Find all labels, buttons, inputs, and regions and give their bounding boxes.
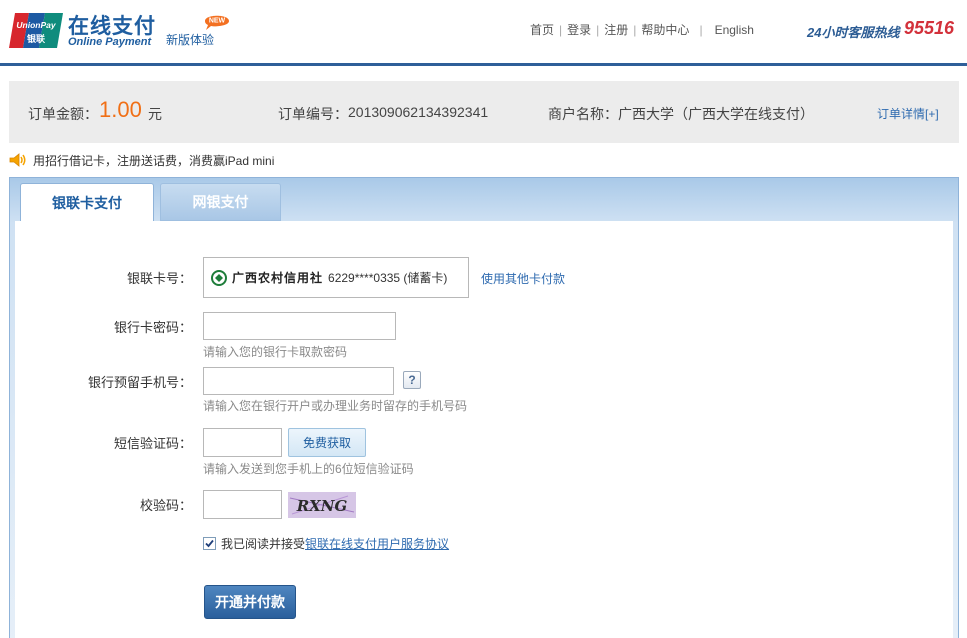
order-detail-link[interactable]: 订单详情[+]	[877, 105, 939, 122]
captcha-input[interactable]	[203, 490, 282, 519]
order-summary: 订单金额： 1.00 元 订单编号： 201309062134392341 商户…	[9, 81, 959, 143]
card-label: 银联卡号：	[126, 271, 192, 286]
payment-panel: 银联卡支付 网银支付	[9, 177, 959, 638]
svg-text:UnionPay: UnionPay	[16, 20, 56, 30]
nav-home[interactable]: 首页	[530, 21, 554, 38]
promo-banner[interactable]: 用招行借记卡，注册送话费，消费赢iPad mini	[9, 151, 274, 169]
hotline-label: 24小时客服热线	[807, 25, 900, 40]
password-input[interactable]	[203, 312, 396, 340]
bank-logo-icon	[211, 269, 227, 286]
speaker-icon	[9, 153, 26, 167]
tab-online-banking[interactable]: 网银支付	[160, 183, 281, 221]
merchant-name: 广西大学（广西大学在线支付）	[618, 106, 814, 122]
tab-unionpay-card[interactable]: 银联卡支付	[20, 183, 154, 222]
nav-divider: |	[559, 22, 563, 37]
new-experience-link[interactable]: 新版体验	[166, 31, 214, 48]
nav-divider: |	[633, 22, 637, 37]
new-badge-text: NEW	[209, 18, 226, 25]
language-english[interactable]: English	[715, 23, 754, 37]
captcha-image[interactable]: RXNG	[288, 492, 356, 518]
phone-input[interactable]	[203, 367, 394, 395]
check-icon	[205, 539, 214, 548]
captcha-label: 校验码：	[139, 498, 192, 513]
site-header: UnionPay 银联 在线支付 Online Payment NEW 新版体验…	[0, 0, 967, 66]
top-nav: 首页 | 登录 | 注册 | 帮助中心 | English	[530, 21, 754, 38]
nav-divider: |	[699, 22, 703, 37]
order-no-label: 订单编号：	[278, 106, 348, 122]
sms-code-hint: 请输入发送到您手机上的6位短信验证码	[203, 462, 414, 476]
password-label: 银行卡密码：	[113, 320, 192, 335]
order-number: 201309062134392341	[348, 104, 489, 120]
card-selector[interactable]: 广西农村信用社 6229****0335 (储蓄卡)	[203, 257, 469, 298]
agree-checkbox[interactable]	[203, 537, 216, 550]
nav-register[interactable]: 注册	[604, 21, 628, 38]
merchant-label: 商户名称：	[548, 106, 618, 122]
use-other-card-link[interactable]: 使用其他卡付款	[481, 270, 565, 287]
sms-code-input[interactable]	[203, 428, 282, 457]
card-number: 6229****0335 (储蓄卡)	[328, 271, 448, 285]
captcha-text: RXNG	[296, 497, 348, 515]
order-amount: 1.00	[99, 97, 142, 122]
currency: 元	[148, 106, 162, 122]
nav-login[interactable]: 登录	[567, 21, 591, 38]
amount-label: 订单金额：	[28, 106, 98, 122]
service-agreement-link[interactable]: 银联在线支付用户服务协议	[305, 535, 449, 552]
new-badge-icon: NEW	[205, 15, 229, 30]
agreement: 我已阅读并接受 银联在线支付用户服务协议	[203, 535, 449, 552]
hotline-number: 95516	[904, 18, 955, 38]
password-hint: 请输入您的银行卡取款密码	[203, 345, 348, 359]
phone-hint: 请输入您在银行开户或办理业务时留存的手机号码	[203, 399, 468, 413]
open-and-pay-button[interactable]: 开通并付款	[204, 585, 296, 619]
site-subtitle: Online Payment	[68, 36, 152, 48]
get-sms-code-button[interactable]: 免费获取	[288, 428, 366, 457]
promo-text: 用招行借记卡，注册送话费，消费赢iPad mini	[33, 153, 275, 168]
phone-label: 银行预留手机号：	[87, 375, 192, 390]
agree-text: 我已阅读并接受	[221, 537, 306, 551]
sms-code-label: 短信验证码：	[113, 436, 192, 451]
unionpay-logo[interactable]: UnionPay 银联	[9, 13, 63, 48]
bank-name: 广西农村信用社	[232, 271, 324, 285]
nav-help[interactable]: 帮助中心	[641, 21, 689, 38]
help-icon[interactable]: ?	[403, 371, 421, 389]
svg-text:银联: 银联	[27, 33, 46, 45]
nav-divider: |	[596, 22, 600, 37]
